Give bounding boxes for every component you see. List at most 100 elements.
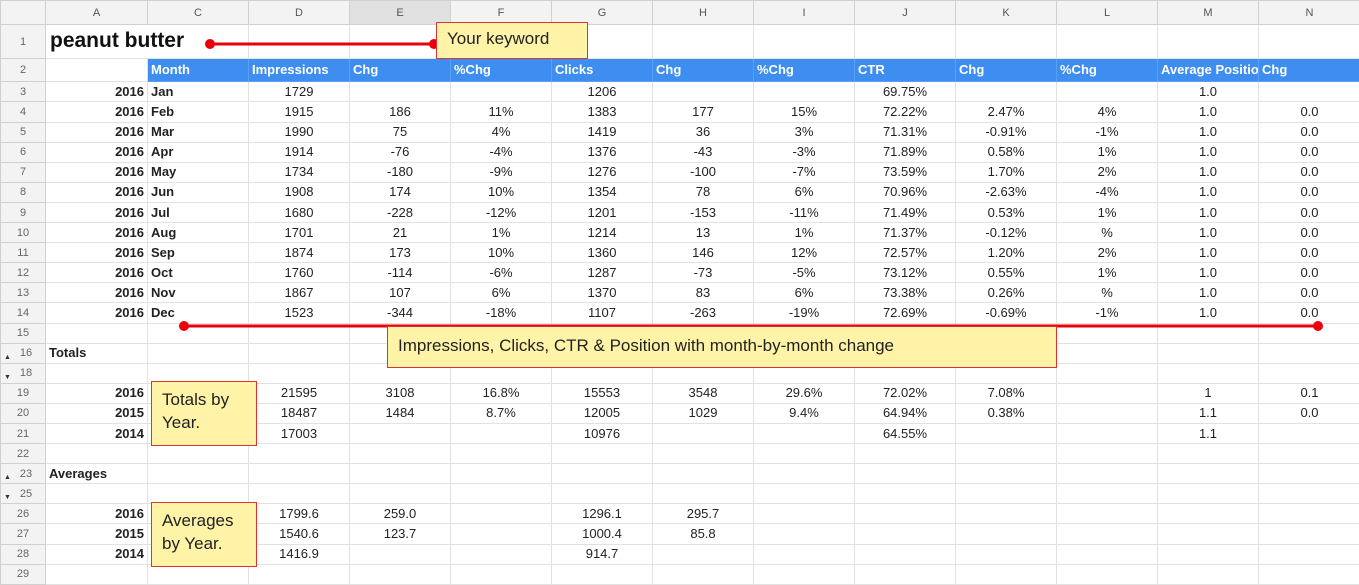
value-cell[interactable] [652,422,754,445]
value-cell[interactable] [450,543,552,565]
value-cell[interactable]: 83 [652,282,754,304]
value-cell[interactable]: 177 [652,101,754,123]
keyword-cell[interactable]: peanut butter [45,24,249,60]
month-cell[interactable]: Jan [147,81,249,103]
value-cell[interactable]: 75 [349,121,451,143]
value-cell[interactable]: 1419 [551,121,653,143]
value-cell[interactable]: -263 [652,302,754,324]
row-number[interactable]: 8 [0,181,46,203]
value-cell[interactable]: 18487 [248,402,350,424]
value-cell[interactable]: 1296.1 [551,503,653,525]
year-cell[interactable]: 2016 [45,121,148,143]
cell[interactable] [1056,483,1158,505]
metric-header-12[interactable]: Chg [1258,58,1359,83]
value-cell[interactable]: 1799.6 [248,503,350,525]
cell[interactable] [652,463,754,485]
value-cell[interactable]: 0.55% [955,262,1057,284]
row-number[interactable]: 26 [0,503,46,525]
row-number[interactable]: 11 [0,242,46,264]
group-expand-icon[interactable]: ▼ [4,369,11,383]
value-cell[interactable]: 1% [450,222,552,244]
value-cell[interactable]: 1000.4 [551,523,653,545]
value-cell[interactable]: 1287 [551,262,653,284]
value-cell[interactable]: 1760 [248,262,350,284]
value-cell[interactable]: 17003 [248,422,350,445]
value-cell[interactable] [1258,503,1359,525]
value-cell[interactable]: 9.4% [753,402,855,424]
value-cell[interactable] [1056,81,1158,103]
value-cell[interactable]: 69.75% [854,81,956,103]
value-cell[interactable] [1056,543,1158,565]
column-header-h[interactable]: H [652,0,754,26]
value-cell[interactable]: 1680 [248,201,350,224]
row-number[interactable]: 6 [0,141,46,163]
value-cell[interactable]: 4% [450,121,552,143]
value-cell[interactable] [652,543,754,565]
value-cell[interactable]: -4% [1056,181,1158,203]
value-cell[interactable]: 1908 [248,181,350,203]
year-cell[interactable]: 2014 [45,422,148,445]
metric-header-8[interactable]: CTR [854,58,956,83]
value-cell[interactable]: 6% [753,181,855,203]
row-number[interactable]: 13 [0,282,46,304]
value-cell[interactable] [349,422,451,445]
value-cell[interactable]: 72.22% [854,101,956,123]
corner-cell[interactable] [0,0,46,26]
value-cell[interactable] [1056,503,1158,525]
value-cell[interactable] [1258,81,1359,103]
column-header-d[interactable]: D [248,0,350,26]
value-cell[interactable]: 3108 [349,382,451,404]
value-cell[interactable] [753,523,855,545]
value-cell[interactable]: 0.53% [955,201,1057,224]
cell[interactable] [753,24,855,60]
value-cell[interactable]: 1.1 [1157,402,1259,424]
value-cell[interactable]: 71.31% [854,121,956,143]
cell[interactable] [248,563,350,585]
cell[interactable] [854,483,956,505]
value-cell[interactable]: 12005 [551,402,653,424]
value-cell[interactable]: 295.7 [652,503,754,525]
value-cell[interactable]: 0.0 [1258,282,1359,304]
value-cell[interactable]: 1.0 [1157,121,1259,143]
row-number[interactable]: ▼ 25 [0,483,46,505]
value-cell[interactable]: 1416.9 [248,543,350,565]
value-cell[interactable]: -114 [349,262,451,284]
value-cell[interactable] [1056,523,1158,545]
row-number[interactable]: ▼ 18 [0,362,46,384]
value-cell[interactable]: 12% [753,242,855,264]
cell[interactable] [45,563,148,585]
cell[interactable] [1157,563,1259,585]
cell[interactable] [1258,322,1359,344]
value-cell[interactable] [1157,503,1259,525]
value-cell[interactable]: 1107 [551,302,653,324]
value-cell[interactable]: 85.8 [652,523,754,545]
cell[interactable] [551,563,653,585]
value-cell[interactable]: 71.49% [854,201,956,224]
value-cell[interactable] [450,523,552,545]
value-cell[interactable]: 1540.6 [248,523,350,545]
row-number[interactable]: 14 [0,302,46,324]
cell[interactable] [955,483,1057,505]
cell[interactable] [1157,362,1259,384]
value-cell[interactable]: % [1056,222,1158,244]
value-cell[interactable]: 1206 [551,81,653,103]
cell[interactable] [753,443,855,465]
month-cell[interactable]: Jun [147,181,249,203]
value-cell[interactable]: 1915 [248,101,350,123]
metric-header-5[interactable]: Clicks [551,58,653,83]
cell[interactable] [551,483,653,505]
value-cell[interactable] [1157,543,1259,565]
value-cell[interactable]: 1734 [248,161,350,183]
cell[interactable] [854,563,956,585]
column-header-a[interactable]: A [45,0,148,26]
year-cell[interactable]: 2016 [45,302,148,324]
value-cell[interactable]: 1% [1056,262,1158,284]
year-cell[interactable]: 2016 [45,282,148,304]
row-number[interactable]: 5 [0,121,46,143]
year-cell[interactable]: 2016 [45,81,148,103]
value-cell[interactable]: 15% [753,101,855,123]
value-cell[interactable]: 21 [349,222,451,244]
cell[interactable] [248,362,350,384]
cell[interactable] [1056,342,1158,364]
year-cell[interactable]: 2016 [45,242,148,264]
